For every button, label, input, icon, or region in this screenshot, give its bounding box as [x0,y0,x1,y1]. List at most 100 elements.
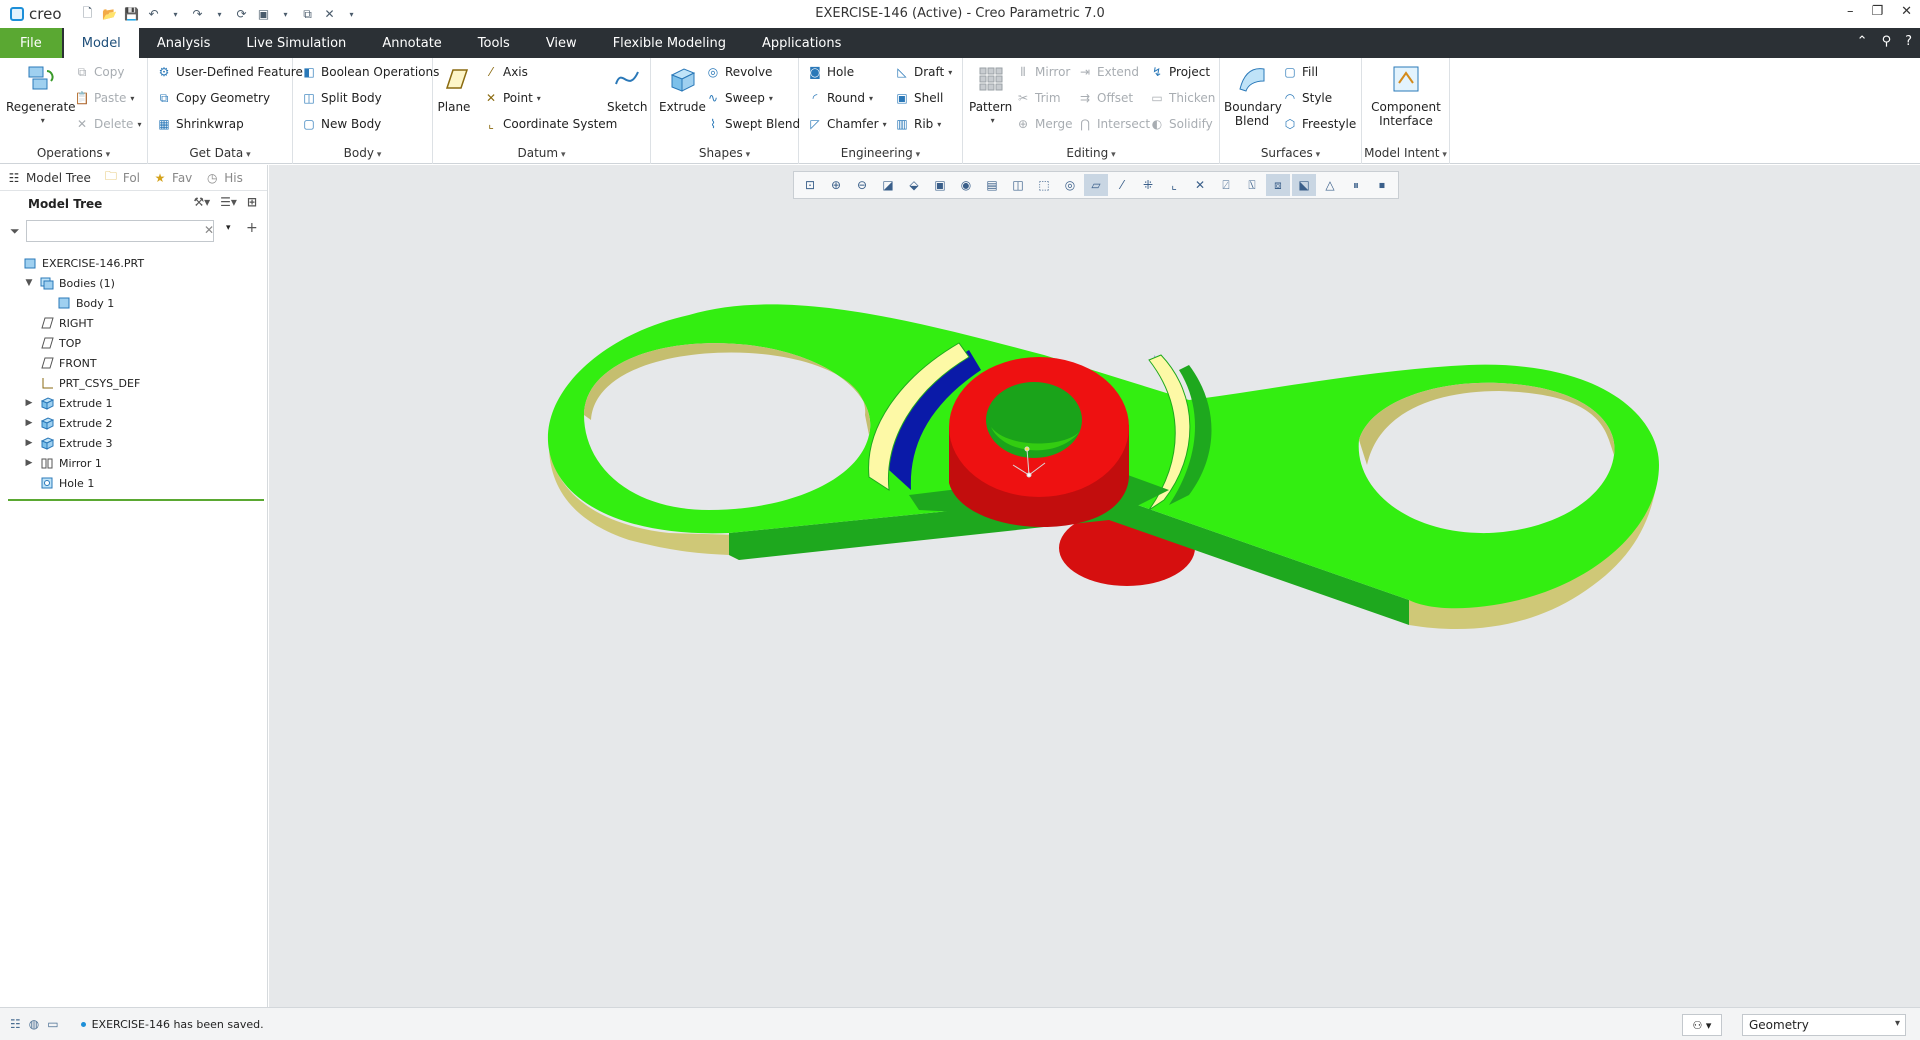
shapes-title[interactable]: Shapes [651,146,798,160]
collapse-toggle-icon[interactable]: ▼ [23,278,35,288]
tree-columns-icon[interactable]: ☰▾ [220,195,237,209]
expand-toggle-icon[interactable]: ▶ [23,418,35,428]
fill-button[interactable]: ▢ Fill [1282,64,1318,80]
tree-node[interactable]: ▼ Bodies (1) [0,273,267,293]
restore-icon[interactable]: ❐ [1871,4,1883,19]
perspective-icon[interactable]: ⬙ [902,174,926,196]
tab-flexible-modeling[interactable]: Flexible Modeling [595,28,744,58]
warning-icon[interactable]: △ [1318,174,1342,196]
windows-icon[interactable]: ▣ [256,6,272,22]
tree-node[interactable]: FRONT [0,353,267,373]
axis-button[interactable]: ⁄ Axis [483,64,528,80]
split-body-button[interactable]: ◫ Split Body [301,90,381,106]
swept-blend-button[interactable]: ⌇ Swept Blend [705,116,800,132]
tab-history[interactable]: ◷ His [198,165,249,191]
axis-display-icon[interactable]: ⁄ [1110,174,1134,196]
selection-filter-dropdown[interactable]: Geometry [1742,1014,1906,1036]
regenerate-button[interactable]: Regenerate ▾ [6,62,76,128]
coordinate-system-button[interactable]: ⌞ Coordinate System [483,116,617,132]
point-button[interactable]: ✕ Point ▾ [483,90,541,106]
minimize-icon[interactable]: – [1847,4,1854,19]
hole-button[interactable]: ◙ Hole [807,64,854,80]
rib-button[interactable]: ▥ Rib ▾ [894,116,941,132]
collapse-ribbon-icon[interactable]: ⌃ [1857,34,1868,49]
display-style-icon[interactable]: ▣ [928,174,952,196]
tree-node[interactable]: ▶ Extrude 2 [0,413,267,433]
close-icon[interactable]: ✕ [1901,4,1912,19]
spin-center-icon[interactable]: ◎ [1058,174,1082,196]
notes-display-icon[interactable]: ⍂ [1240,174,1264,196]
tree-node[interactable]: ▶ Extrude 1 [0,393,267,413]
round-button[interactable]: ◜ Round ▾ [807,90,873,106]
open-folder-icon[interactable]: 📂 [102,6,118,22]
boundary-blend-button[interactable]: Boundary Blend [1224,62,1282,128]
cancel-icon[interactable]: ✕ [322,6,338,22]
undo-dropdown-icon[interactable]: ▾ [168,6,184,22]
close-window-icon[interactable]: ⧉ [300,6,316,22]
thicken-button[interactable]: ▭ Thicken [1149,90,1215,106]
shrinkwrap-button[interactable]: ▦ Shrinkwrap [156,116,243,132]
tab-live-simulation[interactable]: Live Simulation [228,28,364,58]
round-dropdown-icon[interactable]: ▾ [869,94,873,103]
tab-file[interactable]: File [0,28,62,58]
repaint-icon[interactable]: ◪ [876,174,900,196]
redo-dropdown-icon[interactable]: ▾ [212,6,228,22]
expand-toggle-icon[interactable]: ▶ [23,398,35,408]
windows-dropdown-icon[interactable]: ▾ [278,6,294,22]
refit-icon[interactable]: ⊡ [798,174,822,196]
tab-view[interactable]: View [528,28,595,58]
new-body-button[interactable]: ▢ New Body [301,116,381,132]
get-data-title[interactable]: Get Data [148,146,292,160]
expand-toggle-icon[interactable]: ▶ [23,458,35,468]
plane-display-icon[interactable]: ▱ [1084,174,1108,196]
extrude-button[interactable]: Extrude [659,62,706,114]
search-help-icon[interactable]: ⚲ [1882,34,1892,49]
save-icon[interactable]: 💾 [124,6,140,22]
saved-orientations-icon[interactable]: ◉ [954,174,978,196]
surfaces-title[interactable]: Surfaces [1220,146,1361,160]
sweep-dropdown-icon[interactable]: ▾ [769,94,773,103]
view-manager-icon[interactable]: ▤ [980,174,1004,196]
paste-button[interactable]: 📋 Paste ▾ [74,90,135,106]
full-screen-icon[interactable]: ▭ [47,1017,58,1031]
expand-toggle-icon[interactable]: ▶ [23,438,35,448]
tab-analysis[interactable]: Analysis [139,28,229,58]
shell-button[interactable]: ▣ Shell [894,90,943,106]
tree-node[interactable]: Body 1 [0,293,267,313]
pause-icon[interactable]: ⏸ [1344,174,1368,196]
revolve-button[interactable]: ◎ Revolve [705,64,773,80]
clear-search-icon[interactable]: ✕ [204,223,214,237]
tree-node[interactable]: ▶ Mirror 1 [0,453,267,473]
tree-node[interactable]: EXERCISE-146.PRT [0,253,267,273]
pattern-dropdown-icon[interactable]: ▾ [991,114,995,128]
search-options-dropdown-icon[interactable]: ▾ [226,223,231,233]
merge-button[interactable]: ⊕ Merge [1015,116,1073,132]
delete-dropdown-icon[interactable]: ▾ [137,120,141,129]
datum-display-filter-icon[interactable]: ⬕ [1292,174,1316,196]
help-icon[interactable]: ? [1905,34,1912,49]
regenerate-dropdown-icon[interactable]: ▾ [41,114,45,128]
show-browser-icon[interactable]: ◍ [29,1017,39,1031]
boolean-operations-button[interactable]: ◧ Boolean Operations [301,64,439,80]
tree-node[interactable]: PRT_CSYS_DEF [0,373,267,393]
zoom-in-icon[interactable]: ⊕ [824,174,848,196]
model-display-icon[interactable]: ⧈ [1266,174,1290,196]
copy-button[interactable]: ⧉ Copy [74,64,125,80]
funnel-icon[interactable]: ⏷ [10,224,20,239]
draft-button[interactable]: ◺ Draft ▾ [894,64,952,80]
new-file-icon[interactable]: 🗋 [80,6,96,22]
csys-display-icon[interactable]: ⌞ [1162,174,1186,196]
customize-toolbar-icon[interactable]: ▾ [344,6,360,22]
tree-search-input[interactable] [25,220,214,242]
chamfer-dropdown-icon[interactable]: ▾ [883,120,887,129]
tree-settings-icon[interactable]: ⚒▾ [193,195,210,209]
chamfer-button[interactable]: ◸ Chamfer ▾ [807,116,887,132]
sketch-display-icon[interactable]: ⍁ [1214,174,1238,196]
sketch-button[interactable]: Sketch [607,62,647,114]
find-button[interactable]: ⚇ ▾ [1682,1014,1722,1036]
offset-button[interactable]: ⇉ Offset [1077,90,1133,106]
plane-button[interactable]: Plane [437,62,471,114]
undo-icon[interactable]: ↶ [146,6,162,22]
section-icon[interactable]: ◫ [1006,174,1030,196]
paste-dropdown-icon[interactable]: ▾ [130,94,134,103]
